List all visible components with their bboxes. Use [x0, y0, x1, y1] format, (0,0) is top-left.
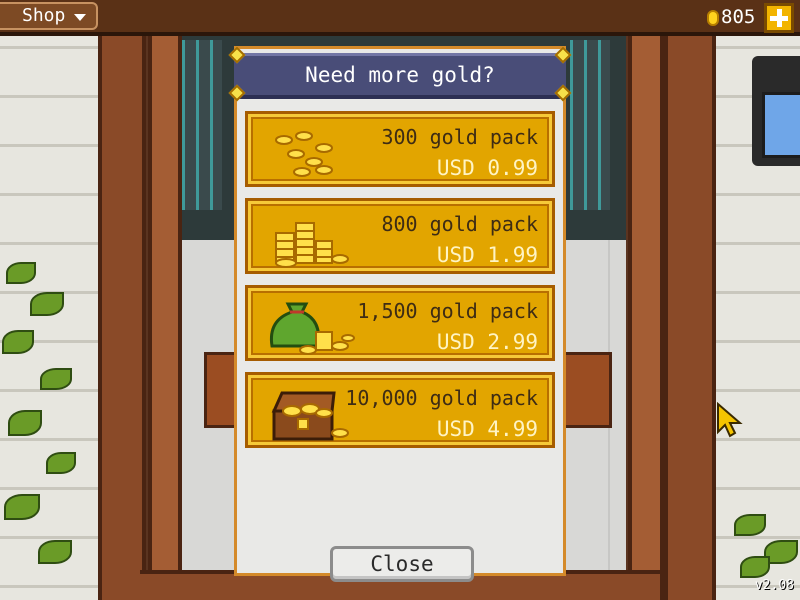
- gold-pack-10000[interactable]: 10,000 gold pack USD 4.99: [245, 372, 555, 448]
- pack-name: 800 gold pack: [381, 212, 538, 236]
- lamp-glass: [762, 92, 800, 158]
- version-label: v2.08: [754, 578, 794, 593]
- gold-pack-300[interactable]: 300 gold pack USD 0.99: [245, 111, 555, 187]
- pack-price: USD 2.99: [436, 330, 538, 354]
- vine-leaf-icon: [734, 514, 766, 536]
- pack-name: 300 gold pack: [381, 125, 538, 149]
- vine-leaf-icon: [2, 330, 34, 354]
- door-frame-left-inner: [148, 36, 182, 600]
- coin-pile-icon: [275, 131, 333, 177]
- pack-name: 1,500 gold pack: [357, 299, 538, 323]
- pack-price: USD 0.99: [436, 156, 538, 180]
- coin-stacks-icon: [275, 222, 349, 268]
- dialog-title: Need more gold?: [234, 53, 566, 99]
- pack-price: USD 1.99: [436, 243, 538, 267]
- pack-name: 10,000 gold pack: [345, 386, 538, 410]
- shop-menu-label: Shop: [22, 5, 66, 26]
- vine-leaf-icon: [4, 494, 40, 520]
- window-right: [570, 40, 610, 210]
- gold-coin-icon: [707, 10, 719, 26]
- vine-leaf-icon: [46, 452, 76, 474]
- vine-leaf-icon: [38, 540, 72, 564]
- gold-pack-800[interactable]: 800 gold pack USD 1.99: [245, 198, 555, 274]
- close-button[interactable]: Close: [330, 546, 474, 582]
- vine-leaf-icon: [40, 368, 72, 390]
- pointer-cursor-icon: [717, 402, 743, 438]
- treasure-chest-icon: [271, 391, 349, 441]
- vine-leaf-icon: [8, 410, 42, 436]
- money-bag-icon: [269, 302, 355, 355]
- counter-right: [562, 352, 612, 428]
- door-frame-right-inner: [628, 36, 664, 600]
- add-gold-button[interactable]: [764, 3, 794, 33]
- gold-amount: 805: [721, 6, 756, 28]
- window-left: [182, 40, 222, 210]
- pack-price: USD 4.99: [436, 417, 538, 441]
- vine-leaf-icon: [740, 556, 770, 578]
- door-frame-right-outer: [664, 36, 716, 600]
- door-frame-left-outer: [98, 36, 146, 600]
- chevron-down-icon: [74, 14, 86, 21]
- vine-leaf-icon: [6, 262, 36, 284]
- vine-leaf-icon: [30, 292, 64, 316]
- shop-menu-button[interactable]: Shop: [0, 2, 98, 30]
- top-bar: Shop 805: [0, 0, 800, 36]
- buy-gold-dialog: Need more gold? 300 gold pack USD 0.99 8…: [228, 46, 572, 576]
- gold-pack-1500[interactable]: 1,500 gold pack USD 2.99: [245, 285, 555, 361]
